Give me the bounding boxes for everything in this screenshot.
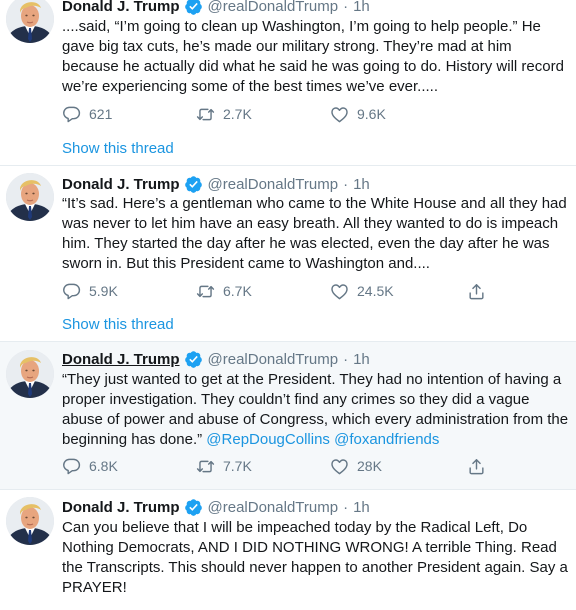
verified-badge-icon xyxy=(184,350,203,369)
retweet-count: 6.7K xyxy=(223,283,252,299)
reply-button[interactable]: 621 xyxy=(62,103,112,125)
like-count: 24.5K xyxy=(357,283,394,299)
author-name[interactable]: Donald J. Trump xyxy=(62,176,180,193)
mention-link[interactable]: @RepDougCollins xyxy=(206,431,330,448)
reply-button[interactable]: 5.9K xyxy=(62,280,118,302)
author-name[interactable]: Donald J. Trump xyxy=(62,499,180,516)
verified-badge-icon xyxy=(184,175,203,194)
tweet-actions: 6.8K 7.7K 28K xyxy=(62,455,512,477)
tweet-header: Donald J. Trump @realDonaldTrump · 1h xyxy=(62,348,370,370)
reply-icon xyxy=(62,457,81,476)
separator-dot: · xyxy=(343,350,349,368)
retweet-button[interactable]: 7.7K xyxy=(196,455,252,477)
author-name[interactable]: Donald J. Trump xyxy=(62,351,180,368)
profile-avatar[interactable] xyxy=(6,497,54,545)
tweet-header: Donald J. Trump @realDonaldTrump · 1h xyxy=(62,173,370,195)
author-handle[interactable]: @realDonaldTrump xyxy=(208,351,339,368)
heart-icon xyxy=(330,282,349,301)
tweet-header: Donald J. Trump @realDonaldTrump · 1h xyxy=(62,0,370,17)
profile-avatar[interactable] xyxy=(6,350,54,398)
retweet-button[interactable]: 6.7K xyxy=(196,280,252,302)
share-button[interactable] xyxy=(467,280,494,302)
show-thread-link[interactable]: Show this thread xyxy=(62,140,174,157)
retweet-button[interactable]: 2.7K xyxy=(196,103,252,125)
tweet-text-block: “They just wanted to get at the Presiden… xyxy=(62,370,572,450)
retweet-icon xyxy=(196,282,215,301)
share-icon xyxy=(467,282,486,301)
tweet-timestamp[interactable]: 1h xyxy=(353,499,370,516)
retweet-icon xyxy=(196,105,215,124)
like-button[interactable]: 24.5K xyxy=(330,280,394,302)
tweet-timestamp[interactable]: 1h xyxy=(353,351,370,368)
verified-badge-icon xyxy=(184,498,203,517)
retweet-count: 7.7K xyxy=(223,458,252,474)
author-handle[interactable]: @realDonaldTrump xyxy=(208,176,339,193)
share-button[interactable] xyxy=(467,455,494,477)
show-thread-link[interactable]: Show this thread xyxy=(62,316,174,333)
like-count: 28K xyxy=(357,458,382,474)
like-button[interactable]: 9.6K xyxy=(330,103,386,125)
reply-button[interactable]: 6.8K xyxy=(62,455,118,477)
author-handle[interactable]: @realDonaldTrump xyxy=(208,0,339,15)
reply-count: 5.9K xyxy=(89,283,118,299)
like-button[interactable]: 28K xyxy=(330,455,382,477)
tweet-card[interactable]: Donald J. Trump @realDonaldTrump · 1h “I… xyxy=(0,166,576,342)
separator-dot: · xyxy=(343,0,349,15)
profile-avatar[interactable] xyxy=(6,0,54,43)
separator-dot: · xyxy=(343,498,349,516)
profile-avatar[interactable] xyxy=(6,173,54,221)
share-icon xyxy=(467,457,486,476)
tweet-card[interactable]: Donald J. Trump @realDonaldTrump · 1h ..… xyxy=(0,0,576,166)
retweet-count: 2.7K xyxy=(223,106,252,122)
separator-dot: · xyxy=(343,175,349,193)
tweet-card[interactable]: Donald J. Trump @realDonaldTrump · 1h “T… xyxy=(0,342,576,490)
reply-count: 6.8K xyxy=(89,458,118,474)
like-count: 9.6K xyxy=(357,106,386,122)
verified-badge-icon xyxy=(184,0,203,16)
tweet-timestamp[interactable]: 1h xyxy=(353,176,370,193)
author-handle[interactable]: @realDonaldTrump xyxy=(208,499,339,516)
reply-icon xyxy=(62,105,81,124)
tweet-text: Can you believe that I will be impeached… xyxy=(62,519,568,596)
retweet-icon xyxy=(196,457,215,476)
heart-icon xyxy=(330,105,349,124)
mention-link[interactable]: @foxandfriends xyxy=(334,431,439,448)
tweet-actions: 5.9K 6.7K 24.5K xyxy=(62,280,512,302)
tweet-text: “It’s sad. Here’s a gentleman who came t… xyxy=(62,195,567,272)
author-name[interactable]: Donald J. Trump xyxy=(62,0,180,15)
reply-count: 621 xyxy=(89,106,113,122)
tweet-card[interactable]: Donald J. Trump @realDonaldTrump · 1h Ca… xyxy=(0,490,576,610)
heart-icon xyxy=(330,457,349,476)
tweet-timestamp[interactable]: 1h xyxy=(353,0,370,15)
tweet-header: Donald J. Trump @realDonaldTrump · 1h xyxy=(62,496,370,518)
tweet-actions: 621 2.7K 9.6K xyxy=(62,103,512,125)
tweet-text: ....said, “I’m going to clean up Washing… xyxy=(62,18,564,95)
tweet-timeline: Donald J. Trump @realDonaldTrump · 1h ..… xyxy=(0,0,576,610)
reply-icon xyxy=(62,282,81,301)
